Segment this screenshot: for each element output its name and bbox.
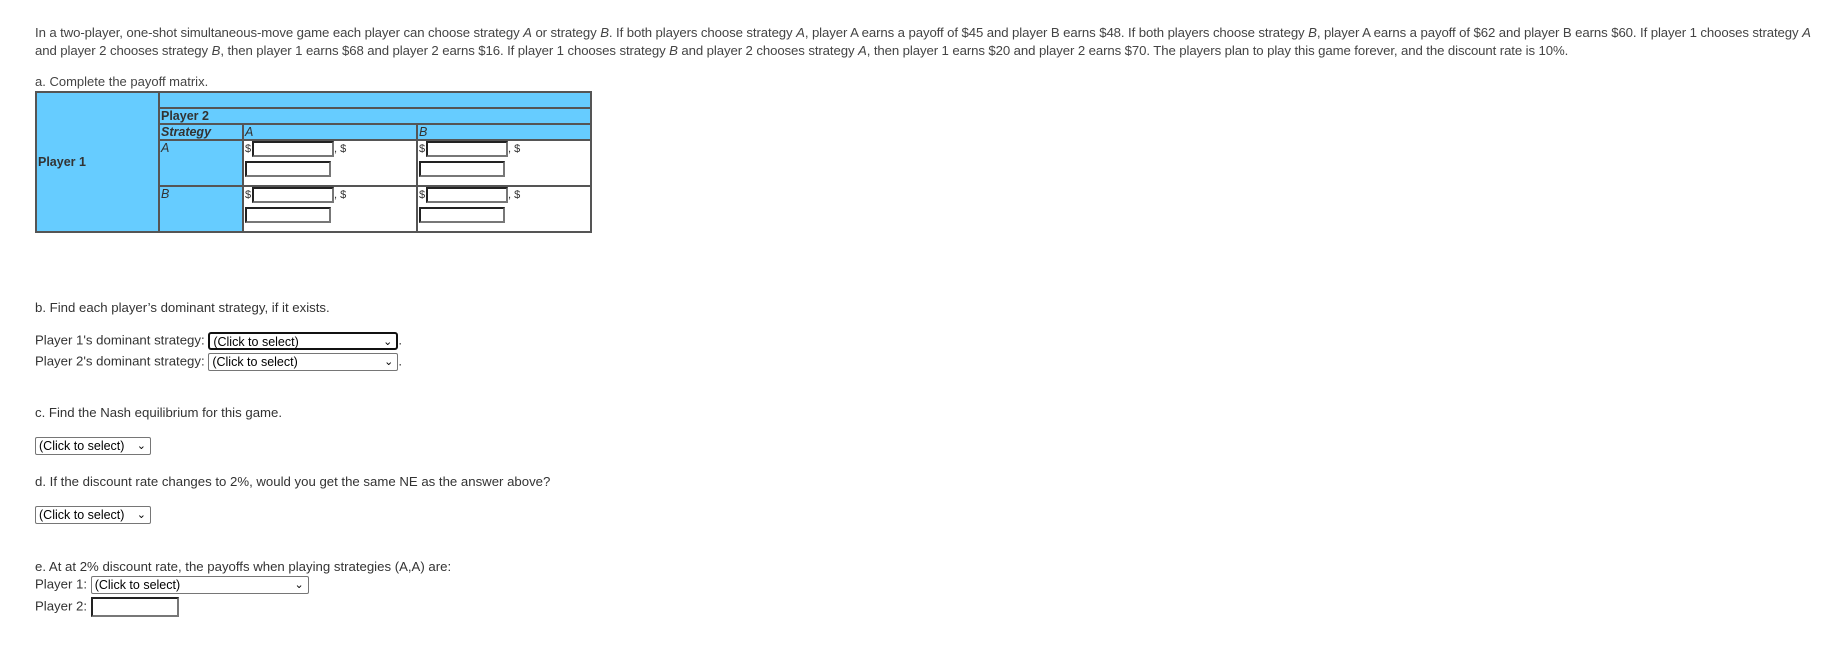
strategy-a: A xyxy=(1802,25,1811,40)
dollar-sign: $ xyxy=(245,189,252,201)
part-c-label: c. Find the Nash equilibrium for this ga… xyxy=(35,405,283,420)
dollar-sign: $ xyxy=(419,189,426,201)
payoff-input-p2-bb[interactable] xyxy=(419,207,505,223)
intro-text: . If both players choose strategy xyxy=(608,25,797,40)
select-value: (Click to select) xyxy=(213,335,299,349)
payoff-input-p2-ba[interactable] xyxy=(245,207,331,223)
payoff-input-p2-aa[interactable] xyxy=(245,161,331,177)
separator: , $ xyxy=(334,189,347,201)
separator: , $ xyxy=(508,189,521,201)
row-strategy-b: B xyxy=(158,185,244,233)
strategy-header: Strategy xyxy=(158,123,244,141)
intro-text: or strategy xyxy=(531,25,601,40)
player2-label: Player 2 xyxy=(158,107,592,125)
p2-dominant-row: Player 2's dominant strategy: (Click to … xyxy=(35,353,402,371)
payoff-input-p1-ba[interactable] xyxy=(252,187,334,203)
intro-text: In a two-player, one-shot simultaneous-m… xyxy=(35,25,524,40)
payoff-input-p1-aa[interactable] xyxy=(252,141,334,157)
p1-dominant-select[interactable]: (Click to select) ⌄ xyxy=(208,332,399,350)
header-blank xyxy=(158,91,592,109)
part-b-label: b. Find each player’s dominant strategy,… xyxy=(35,300,330,315)
p2-dominant-select[interactable]: (Click to select) ⌄ xyxy=(208,353,399,371)
part-e-p1-select[interactable]: (Click to select) ⌄ xyxy=(90,576,309,594)
dollar-sign: $ xyxy=(245,143,252,155)
p2-dominant-label: Player 2's dominant strategy: xyxy=(35,353,205,369)
col-strategy-b: B xyxy=(416,123,592,141)
col-strategy-a: A xyxy=(242,123,418,141)
part-a-label: a. Complete the payoff matrix. xyxy=(35,74,209,89)
intro-text: and player 2 chooses strategy xyxy=(677,43,859,58)
strategy-b: B xyxy=(1308,25,1317,40)
part-e-p2-input[interactable] xyxy=(90,597,179,617)
chevron-down-icon: ⌄ xyxy=(136,509,146,521)
p1-dominant-row: Player 1's dominant strategy: (Click to … xyxy=(35,332,402,350)
part-e-p1-row: Player 1: (Click to select) ⌄ xyxy=(35,576,309,594)
strategy-a: A xyxy=(858,43,867,58)
chevron-down-icon: ⌄ xyxy=(383,336,393,348)
cell-ba: $ , $ xyxy=(242,185,418,233)
dollar-sign: $ xyxy=(419,143,426,155)
same-ne-select[interactable]: (Click to select) ⌄ xyxy=(35,506,151,524)
problem-statement: In a two-player, one-shot simultaneous-m… xyxy=(35,24,1825,60)
select-value: (Click to select) xyxy=(39,439,125,453)
separator: , $ xyxy=(334,143,347,155)
part-c-row: (Click to select) ⌄ xyxy=(35,437,151,455)
row-strategy-a: A xyxy=(158,139,244,187)
chevron-down-icon: ⌄ xyxy=(384,356,394,368)
payoff-matrix: Player 1 Player 2 Strategy A B A $ , $ $,… xyxy=(35,91,592,233)
chevron-down-icon: ⌄ xyxy=(294,579,304,591)
intro-text: , player A earns a payoff of $45 and pla… xyxy=(804,25,1309,40)
cell-bb: $ , $ xyxy=(416,185,592,233)
separator: , $ xyxy=(508,143,521,155)
payoff-input-p1-ab[interactable] xyxy=(426,141,508,157)
nash-equilibrium-select[interactable]: (Click to select) ⌄ xyxy=(35,437,151,455)
part-e-p2-row: Player 2: xyxy=(35,597,179,617)
part-e-label: e. At at 2% discount rate, the payoffs w… xyxy=(35,559,452,574)
intro-text: , player A earns a payoff of $62 and pla… xyxy=(1316,25,1803,40)
intro-text: , then player 1 earns $68 and player 2 e… xyxy=(220,43,670,58)
strategy-b: B xyxy=(600,25,609,40)
strategy-a: A xyxy=(523,25,532,40)
chevron-down-icon: ⌄ xyxy=(136,440,146,452)
part-e-p1-label: Player 1: xyxy=(35,576,88,592)
player1-label: Player 1 xyxy=(35,91,160,233)
strategy-b: B xyxy=(669,43,678,58)
cell-aa: $ , $ xyxy=(242,139,418,187)
suffix: . xyxy=(398,332,402,348)
suffix: . xyxy=(398,353,402,369)
strategy-a: A xyxy=(796,25,805,40)
select-value: (Click to select) xyxy=(212,355,298,369)
part-e-p2-label: Player 2: xyxy=(35,598,88,614)
p1-dominant-label: Player 1's dominant strategy: xyxy=(35,332,205,348)
select-value: (Click to select) xyxy=(94,578,181,592)
part-d-row: (Click to select) ⌄ xyxy=(35,506,151,524)
intro-text: , then player 1 earns $20 and player 2 e… xyxy=(866,43,1569,58)
select-value: (Click to select) xyxy=(39,508,125,522)
payoff-input-p1-bb[interactable] xyxy=(426,187,508,203)
cell-ab: $ , $ xyxy=(416,139,592,187)
payoff-input-p2-ab[interactable] xyxy=(419,161,505,177)
part-d-label: d. If the discount rate changes to 2%, w… xyxy=(35,474,551,489)
strategy-b: B xyxy=(211,43,221,58)
intro-text: and player 2 chooses strategy xyxy=(35,43,212,58)
